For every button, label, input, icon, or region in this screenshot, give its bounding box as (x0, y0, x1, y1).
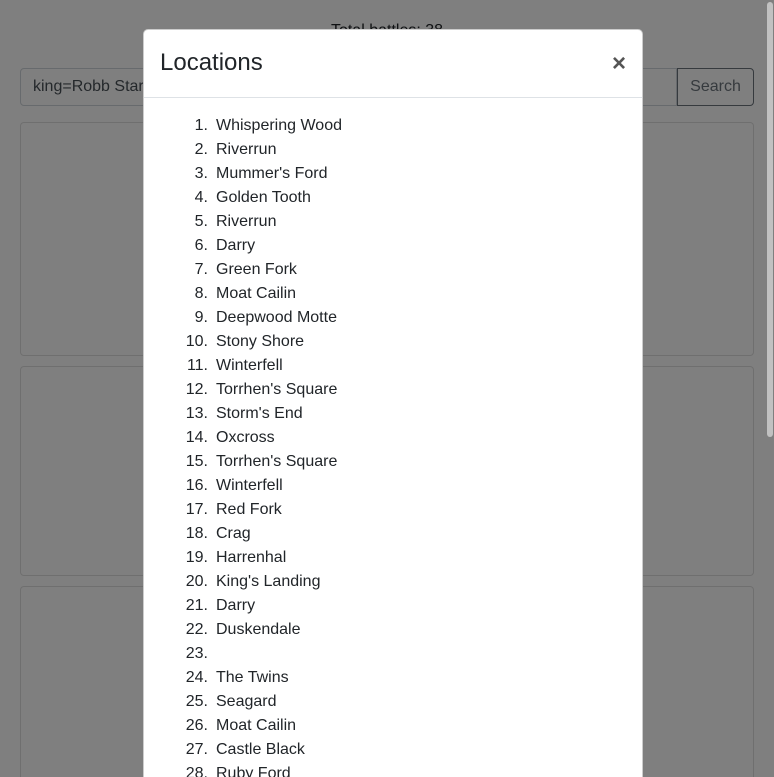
location-number: 20. (185, 573, 208, 590)
location-number: 4. (194, 189, 208, 206)
modal-header: Locations × (144, 30, 642, 98)
location-name: Deepwood Motte (216, 309, 337, 326)
location-number: 12. (185, 381, 208, 398)
location-number: 21. (185, 597, 208, 614)
location-item: 1. Whispering Wood (160, 114, 626, 138)
location-item: 22. Duskendale (160, 618, 626, 642)
location-item: 28. Ruby Ford (160, 762, 626, 777)
location-name: Winterfell (216, 357, 283, 374)
location-item: 23. (160, 642, 626, 666)
location-number: 14. (185, 429, 208, 446)
location-name: Crag (216, 525, 251, 542)
location-item: 26. Moat Cailin (160, 714, 626, 738)
location-number: 6. (194, 237, 208, 254)
location-item: 14. Oxcross (160, 426, 626, 450)
location-number: 26. (185, 717, 208, 734)
location-item: 11. Winterfell (160, 354, 626, 378)
location-item: 17. Red Fork (160, 498, 626, 522)
location-item: 9. Deepwood Motte (160, 306, 626, 330)
location-number: 16. (185, 477, 208, 494)
location-name: Torrhen's Square (216, 381, 338, 398)
location-item: 10. Stony Shore (160, 330, 626, 354)
location-item: 18. Crag (160, 522, 626, 546)
location-item: 2. Riverrun (160, 138, 626, 162)
location-item: 21. Darry (160, 594, 626, 618)
location-number: 19. (185, 549, 208, 566)
location-name: Green Fork (216, 261, 297, 278)
location-name: Darry (216, 597, 256, 614)
location-number: 10. (185, 333, 208, 350)
location-number: 24. (185, 669, 208, 686)
location-item: 3. Mummer's Ford (160, 162, 626, 186)
location-name: Riverrun (216, 213, 277, 230)
location-item: 27. Castle Black (160, 738, 626, 762)
location-item: 20. King's Landing (160, 570, 626, 594)
location-name: Ruby Ford (216, 765, 291, 777)
locations-modal: Locations × 1. Whispering Wood 2. Riverrun 3… (143, 29, 643, 777)
location-name: Stony Shore (216, 333, 305, 350)
location-number: 18. (185, 525, 208, 542)
location-item: 5. Riverrun (160, 210, 626, 234)
location-number: 7. (194, 261, 208, 278)
location-name: Harrenhal (216, 549, 287, 566)
modal-body: 1. Whispering Wood 2. Riverrun 3. Mummer's Fo… (144, 98, 642, 777)
location-item: 24. The Twins (160, 666, 626, 690)
location-item: 13. Storm's End (160, 402, 626, 426)
location-name: Golden Tooth (216, 189, 311, 206)
location-name: Riverrun (216, 141, 277, 158)
location-name: Torrhen's Square (216, 453, 338, 470)
location-name: Whispering Wood (216, 117, 342, 134)
location-name: Oxcross (216, 429, 275, 446)
location-number: 2. (194, 141, 208, 158)
location-number: 3. (194, 165, 208, 182)
location-name: Storm's End (216, 405, 303, 422)
location-number: 11. (186, 357, 208, 374)
location-number: 1. (194, 117, 208, 134)
location-number: 27. (185, 741, 208, 758)
scrollbar-thumb[interactable] (767, 2, 773, 437)
location-name: Moat Cailin (216, 717, 297, 734)
location-name: The Twins (216, 669, 289, 686)
location-name: King's Landing (216, 573, 321, 590)
location-number: 25. (185, 693, 208, 710)
location-item: 15. Torrhen's Square (160, 450, 626, 474)
location-number: 9. (194, 309, 208, 326)
location-item: 25. Seagard (160, 690, 626, 714)
location-name: Mummer's Ford (216, 165, 328, 182)
location-number: 22. (185, 621, 208, 638)
modal-title: Locations (160, 49, 263, 77)
location-number: 17. (185, 501, 208, 518)
location-item: 7. Green Fork (160, 258, 626, 282)
location-item: 16. Winterfell (160, 474, 626, 498)
location-number: 8. (194, 285, 208, 302)
location-item: 4. Golden Tooth (160, 186, 626, 210)
location-item: 8. Moat Cailin (160, 282, 626, 306)
close-button[interactable]: × (612, 51, 626, 76)
location-number: 23. (185, 645, 208, 662)
location-name: Red Fork (216, 501, 282, 518)
location-number: 15. (185, 453, 208, 470)
location-name: Castle Black (216, 741, 305, 758)
location-name: Seagard (216, 693, 277, 710)
page-scrollbar[interactable] (766, 0, 774, 777)
location-number: 13. (185, 405, 208, 422)
locations-list: 1. Whispering Wood 2. Riverrun 3. Mummer's Fo… (160, 114, 626, 777)
location-number: 5. (194, 213, 208, 230)
location-item: 12. Torrhen's Square (160, 378, 626, 402)
location-name: Winterfell (216, 477, 283, 494)
location-name: Moat Cailin (216, 285, 297, 302)
location-item: 19. Harrenhal (160, 546, 626, 570)
location-name (212, 642, 216, 666)
location-name: Darry (216, 237, 256, 254)
location-number: 28. (185, 765, 208, 777)
location-name: Duskendale (216, 621, 301, 638)
location-item: 6. Darry (160, 234, 626, 258)
